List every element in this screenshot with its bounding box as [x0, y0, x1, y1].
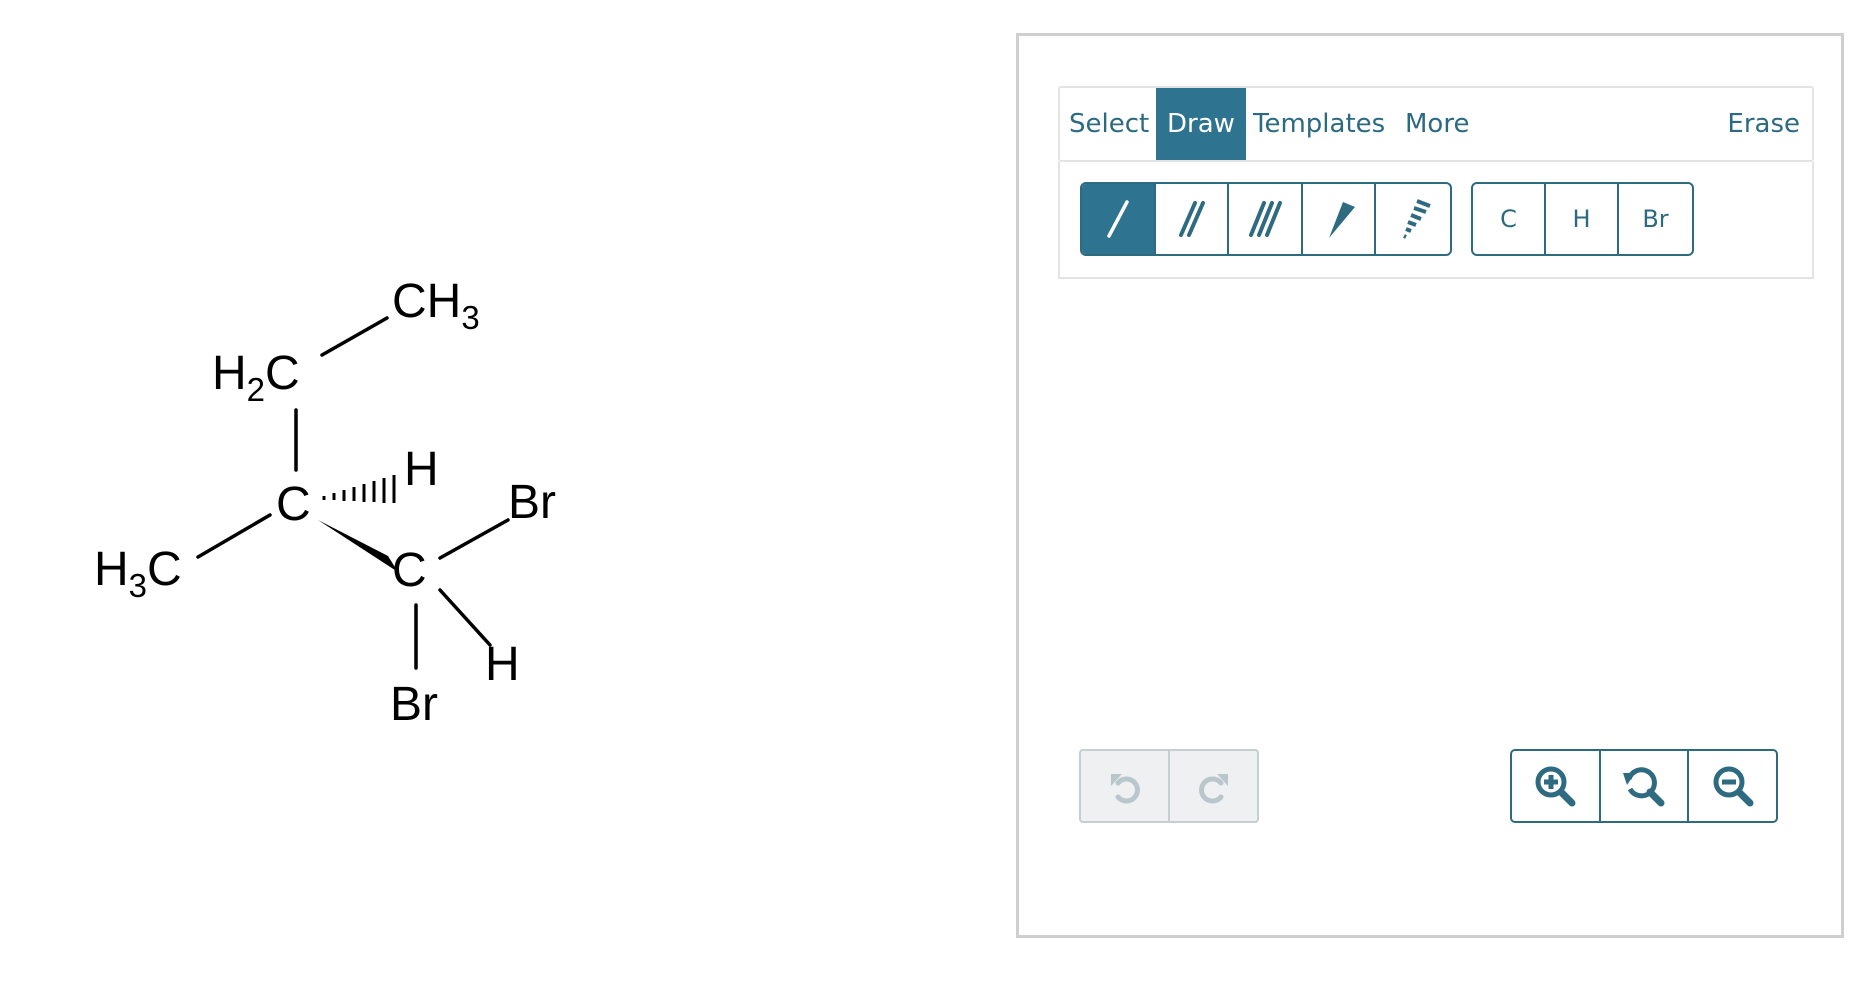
atom-c-button[interactable]: C: [1473, 184, 1546, 254]
zoom-reset-button[interactable]: [1601, 751, 1690, 821]
hashed-bond-c1-h: [322, 475, 396, 503]
sketcher-tab-bar: Select Draw Templates More Erase: [1058, 86, 1814, 162]
atom-c1: C: [276, 478, 311, 531]
triple-bond-tool[interactable]: [1229, 184, 1303, 254]
hashed-wedge-bond-tool[interactable]: [1376, 184, 1450, 254]
bond-c2-br-right: [438, 518, 510, 560]
wedge-bond-c1-c2: [318, 520, 398, 572]
atom-br-bottom: Br: [390, 678, 438, 731]
zoom-out-icon: [1713, 766, 1754, 807]
bond-tool-group: [1080, 182, 1452, 256]
tab-select[interactable]: Select: [1069, 88, 1149, 160]
bond-c1-ch3: [196, 513, 272, 559]
tab-draw[interactable]: Draw: [1156, 88, 1246, 160]
tab-erase[interactable]: Erase: [1727, 88, 1800, 160]
undo-icon: [1110, 774, 1140, 804]
zoom-out-button[interactable]: [1689, 751, 1776, 821]
undo-button[interactable]: [1081, 751, 1170, 821]
bond-ch2-ch3: [320, 316, 389, 357]
hashed-wedge-bond-icon: [1403, 199, 1431, 239]
atom-c2: C: [392, 544, 427, 597]
double-bond-icon: [1179, 201, 1206, 237]
atom-ch3-top: CH3: [392, 275, 480, 336]
atom-h3c: H3C: [94, 543, 182, 604]
wedge-bond-icon: [1328, 202, 1355, 238]
triple-bond-icon: [1249, 201, 1283, 237]
single-bond-icon: [1107, 200, 1129, 238]
tab-templates[interactable]: Templates: [1253, 88, 1385, 160]
wedge-bond-tool[interactable]: [1303, 184, 1377, 254]
atom-h-hashed: H: [404, 443, 439, 496]
draw-toolbar: C H Br: [1058, 162, 1814, 279]
atom-br-button[interactable]: Br: [1619, 184, 1692, 254]
atom-h-button[interactable]: H: [1546, 184, 1619, 254]
sketcher-panel: Select Draw Templates More Erase C H Br: [1016, 33, 1844, 938]
double-bond-tool[interactable]: [1156, 184, 1230, 254]
atom-br-right: Br: [508, 476, 556, 529]
zoom-in-icon: [1535, 766, 1576, 807]
zoom-in-button[interactable]: [1512, 751, 1601, 821]
tab-more[interactable]: More: [1405, 88, 1469, 160]
molecule-structure: CH3 H2C C H H3C C Br H Br: [94, 275, 556, 731]
history-group: [1079, 749, 1259, 823]
bond-c2-h: [438, 588, 492, 647]
atom-h2c: H2C: [212, 347, 300, 408]
zoom-reset-icon: [1623, 767, 1665, 807]
single-bond-tool[interactable]: [1082, 184, 1156, 254]
atom-h-bottom: H: [485, 638, 520, 691]
redo-button[interactable]: [1170, 751, 1257, 821]
atom-tool-group: C H Br: [1471, 182, 1694, 256]
zoom-group: [1510, 749, 1778, 823]
redo-icon: [1198, 774, 1228, 804]
